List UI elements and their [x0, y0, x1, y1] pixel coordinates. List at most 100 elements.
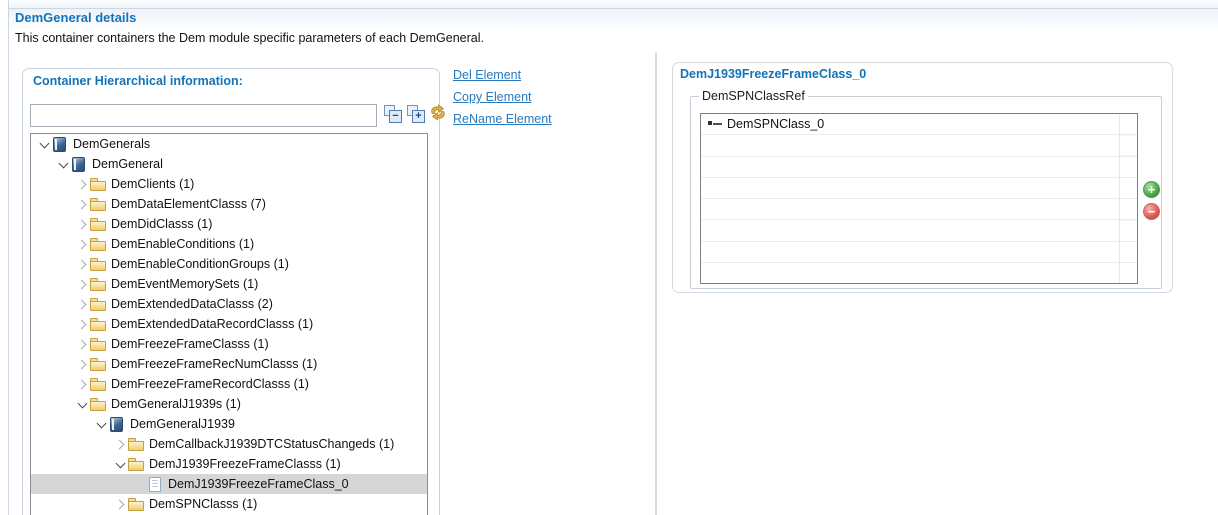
tree-item-label: DemFreezeFrameRecordClasss (1) [111, 374, 309, 394]
tree-item[interactable]: DemExtendedDataClasss (2) [31, 294, 427, 314]
chevron-collapsed-icon[interactable] [75, 257, 90, 272]
chevron-collapsed-icon[interactable] [75, 237, 90, 252]
tree-item[interactable]: DemJ1939FreezeFrameClass_0 [31, 474, 427, 494]
remove-reference-button[interactable]: − [1143, 203, 1160, 220]
tree-item-label: DemEnableConditions (1) [111, 234, 254, 254]
tree-item-label: DemFreezeFrameClasss (1) [111, 334, 269, 354]
folder-icon [128, 457, 145, 472]
tree-item[interactable]: DemEventMemorySets (1) [31, 274, 427, 294]
tree-item-label: DemExtendedDataClasss (2) [111, 294, 273, 314]
tree-item-label: DemClients (1) [111, 174, 194, 194]
app-window: DemGeneral details This container contai… [0, 0, 1218, 515]
action-link[interactable]: ReName Element [453, 112, 552, 126]
ref-list-row[interactable]: DemSPNClass_0 [701, 114, 1137, 135]
action-link[interactable]: Copy Element [453, 90, 552, 104]
folder-icon [90, 177, 107, 192]
chevron-collapsed-icon[interactable] [75, 337, 90, 352]
chevron-collapsed-icon[interactable] [113, 437, 128, 452]
ref-list-empty-row [701, 242, 1137, 263]
tree-item-label: DemEnableConditionGroups (1) [111, 254, 289, 274]
frame-border-top [9, 0, 1218, 9]
tree-filter-input[interactable] [30, 104, 377, 127]
chevron-placeholder [132, 477, 147, 492]
tree-item-label: DemJ1939FreezeFrameClass_0 [168, 474, 349, 494]
folder-icon [90, 277, 107, 292]
ref-list-empty-row [701, 220, 1137, 241]
chevron-expanded-icon[interactable] [56, 157, 71, 172]
tree-item-label: DemSPNClasss (1) [149, 494, 257, 514]
tree-item[interactable]: DemGeneral [31, 154, 427, 174]
add-reference-button[interactable]: + [1143, 181, 1160, 198]
expand-all-icon: + [412, 110, 425, 123]
hierarchy-tree[interactable]: DemGeneralsDemGeneralDemClients (1)DemDa… [30, 133, 428, 515]
spn-class-ref-label: DemSPNClassRef [699, 89, 808, 103]
tree-item[interactable]: DemEnableConditionGroups (1) [31, 254, 427, 274]
folder-icon [90, 317, 107, 332]
ref-item-label: DemSPNClass_0 [727, 117, 824, 131]
page-title: DemGeneral details [15, 10, 136, 25]
chevron-collapsed-icon[interactable] [113, 497, 128, 512]
tree-item[interactable]: DemFreezeFrameClasss (1) [31, 334, 427, 354]
chevron-expanded-icon[interactable] [75, 397, 90, 412]
collapse-all-icon: − [389, 110, 402, 123]
folder-icon [90, 257, 107, 272]
tree-item[interactable]: DemFreezeFrameRecNumClasss (1) [31, 354, 427, 374]
refresh-icon [429, 104, 447, 121]
action-link[interactable]: Del Element [453, 68, 552, 82]
ref-list-empty-row [701, 199, 1137, 220]
chevron-collapsed-icon[interactable] [75, 177, 90, 192]
folder-icon [90, 297, 107, 312]
chevron-collapsed-icon[interactable] [75, 297, 90, 312]
tree-item-label: DemGeneralJ1939 [130, 414, 235, 434]
chevron-collapsed-icon[interactable] [75, 377, 90, 392]
book-icon [109, 417, 126, 432]
page-description: This container containers the Dem module… [15, 31, 484, 45]
tree-item[interactable]: DemExtendedDataRecordClasss (1) [31, 314, 427, 334]
tree-item[interactable]: DemDidClasss (1) [31, 214, 427, 234]
chevron-expanded-icon[interactable] [94, 417, 109, 432]
tree-item[interactable]: DemClients (1) [31, 174, 427, 194]
folder-icon [90, 337, 107, 352]
tree-item[interactable]: DemCallbackJ1939DTCStatusChangeds (1) [31, 434, 427, 454]
spn-class-ref-list[interactable]: DemSPNClass_0 [700, 113, 1138, 284]
chevron-collapsed-icon[interactable] [75, 317, 90, 332]
tree-item-label: DemCallbackJ1939DTCStatusChangeds (1) [149, 434, 394, 454]
tree-item-label: DemFreezeFrameRecNumClasss (1) [111, 354, 317, 374]
chevron-collapsed-icon[interactable] [75, 277, 90, 292]
ref-list-side-column [1119, 114, 1137, 283]
chevron-expanded-icon[interactable] [113, 457, 128, 472]
element-actions: Del Element Copy Element ReName Element [453, 68, 552, 134]
ref-list-empty-row [701, 263, 1137, 284]
tree-item[interactable]: DemDataElementClasss (7) [31, 194, 427, 214]
tree-item[interactable]: DemGeneralJ1939 [31, 414, 427, 434]
tree-item[interactable]: DemJ1939FreezeFrameClasss (1) [31, 454, 427, 474]
chevron-collapsed-icon[interactable] [75, 217, 90, 232]
folder-icon [90, 197, 107, 212]
detail-title: DemJ1939FreezeFrameClass_0 [680, 67, 866, 81]
collapse-all-button[interactable]: − [384, 105, 402, 123]
tree-item[interactable]: DemFreezeFrameRecordClasss (1) [31, 374, 427, 394]
folder-icon [90, 217, 107, 232]
chevron-expanded-icon[interactable] [37, 137, 52, 152]
tree-item[interactable]: DemSPNClasss (1) [31, 494, 427, 514]
expand-all-button[interactable]: + [407, 105, 425, 123]
tree-item[interactable]: DemGeneralJ1939s (1) [31, 394, 427, 414]
ref-list-empty-row [701, 178, 1137, 199]
ref-list-empty-row [701, 157, 1137, 178]
tree-item-label: DemGeneralJ1939s (1) [111, 394, 241, 414]
book-icon [52, 137, 69, 152]
folder-icon [90, 397, 107, 412]
folder-icon [90, 357, 107, 372]
chevron-collapsed-icon[interactable] [75, 197, 90, 212]
tree-item-label: DemJ1939FreezeFrameClasss (1) [149, 454, 341, 474]
book-icon [71, 157, 88, 172]
tree-item[interactable]: DemGenerals [31, 134, 427, 154]
frame-gradient [9, 9, 1218, 31]
hierarchy-heading: Container Hierarchical information: [33, 74, 243, 88]
tree-item[interactable]: DemEnableConditions (1) [31, 234, 427, 254]
chevron-collapsed-icon[interactable] [75, 357, 90, 372]
tree-item-label: DemGeneral [92, 154, 163, 174]
remove-icon: − [1148, 204, 1156, 219]
tree-item-label: DemExtendedDataRecordClasss (1) [111, 314, 313, 334]
refresh-button[interactable] [429, 104, 447, 121]
